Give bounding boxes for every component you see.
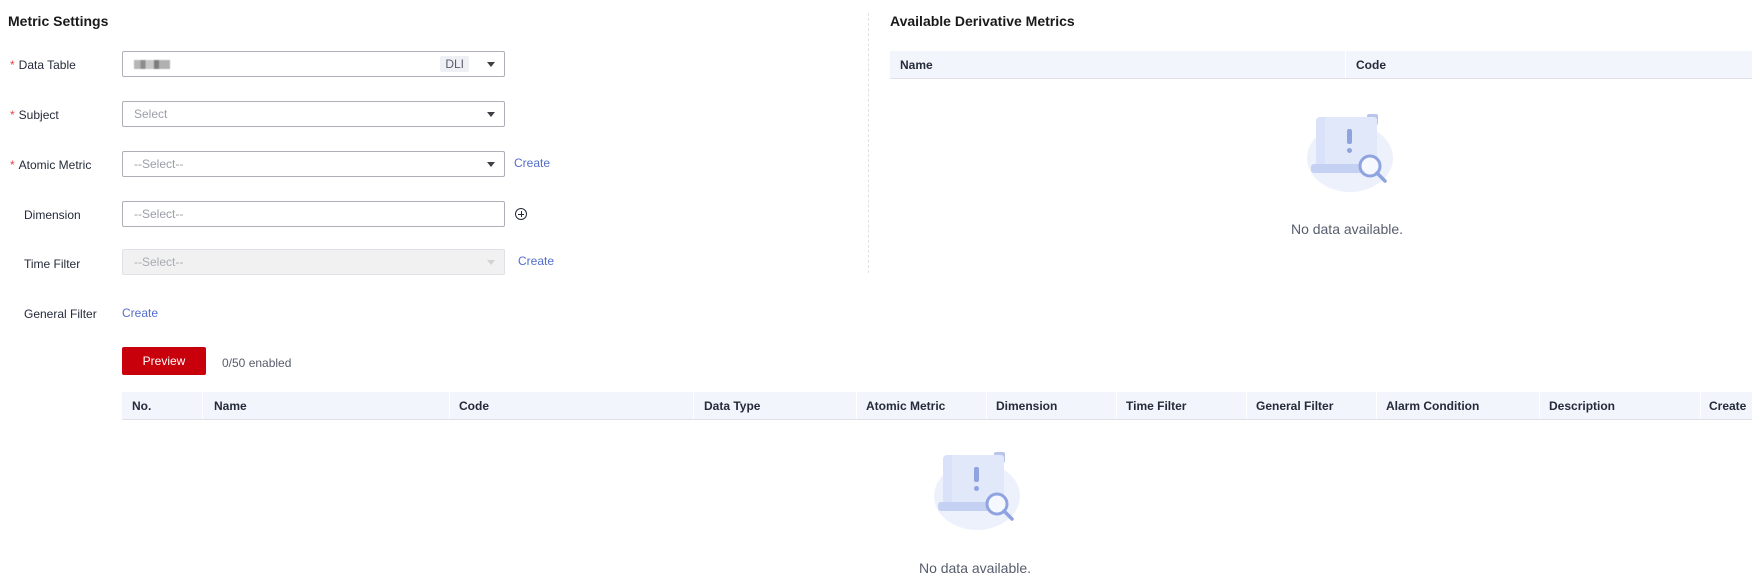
datasource-type-tag: DLI bbox=[440, 56, 469, 72]
column-header-code: Code bbox=[1356, 58, 1386, 72]
preview-button[interactable]: Preview bbox=[122, 347, 206, 375]
subject-select[interactable]: Select bbox=[122, 101, 505, 127]
column-header-time-filter: Time Filter bbox=[1126, 399, 1187, 413]
column-header-no: No. bbox=[132, 399, 152, 413]
column-header-name: Name bbox=[214, 399, 247, 413]
column-header-atomic-metric: Atomic Metric bbox=[866, 399, 946, 413]
column-header-alarm-condition: Alarm Condition bbox=[1386, 399, 1480, 413]
column-header-data-type: Data Type bbox=[704, 399, 761, 413]
general-filter-label: General Filter bbox=[24, 307, 97, 321]
caret-down-icon bbox=[487, 260, 495, 265]
required-mark: * bbox=[10, 108, 15, 122]
enabled-count-text: 0/50 enabled bbox=[222, 356, 292, 370]
subject-placeholder: Select bbox=[134, 107, 168, 121]
dimension-input[interactable]: --Select-- bbox=[122, 201, 505, 227]
time-filter-label: Time Filter bbox=[24, 257, 81, 271]
preview-table-header: No. Name Code Data Type Atomic Metric Di… bbox=[122, 392, 1752, 420]
column-header-name: Name bbox=[900, 58, 933, 72]
column-header-general-filter: General Filter bbox=[1256, 399, 1334, 413]
time-filter-placeholder: --Select-- bbox=[134, 255, 184, 269]
atomic-metric-select[interactable]: --Select-- bbox=[122, 151, 505, 177]
subject-label: * Subject bbox=[10, 108, 59, 122]
column-header-create: Create bbox=[1709, 399, 1747, 413]
empty-document-search-icon bbox=[934, 452, 1020, 530]
column-header-code: Code bbox=[459, 399, 489, 413]
create-general-filter-link[interactable]: Create bbox=[122, 306, 158, 320]
required-mark: * bbox=[10, 158, 15, 172]
atomic-metric-label: * Atomic Metric bbox=[10, 158, 92, 172]
data-table-label: * Data Table bbox=[10, 58, 76, 72]
derivative-metrics-table-header: Name Code bbox=[890, 51, 1752, 79]
create-time-filter-link[interactable]: Create bbox=[518, 254, 554, 268]
add-circle-icon[interactable] bbox=[515, 208, 527, 220]
caret-down-icon[interactable] bbox=[487, 112, 495, 117]
dimension-label: Dimension bbox=[24, 208, 81, 222]
derivative-metrics-empty-text: No data available. bbox=[1290, 221, 1404, 237]
create-atomic-metric-link[interactable]: Create bbox=[514, 156, 550, 170]
caret-down-icon[interactable] bbox=[487, 162, 495, 167]
data-table-value-redacted bbox=[134, 60, 170, 69]
atomic-metric-placeholder: --Select-- bbox=[134, 157, 184, 171]
column-header-description: Description bbox=[1549, 399, 1616, 413]
data-table-select[interactable]: DLI bbox=[122, 51, 505, 77]
required-mark: * bbox=[10, 58, 15, 72]
empty-document-search-icon bbox=[1307, 114, 1393, 192]
time-filter-select[interactable]: --Select-- bbox=[122, 249, 505, 275]
preview-table-empty-text: No data available. bbox=[918, 560, 1032, 576]
metric-settings-title: Metric Settings bbox=[8, 13, 109, 29]
section-divider bbox=[868, 13, 869, 273]
derivative-metrics-title: Available Derivative Metrics bbox=[890, 13, 1075, 29]
caret-down-icon[interactable] bbox=[487, 62, 495, 67]
dimension-placeholder: --Select-- bbox=[134, 207, 184, 221]
column-header-dimension: Dimension bbox=[996, 399, 1058, 413]
